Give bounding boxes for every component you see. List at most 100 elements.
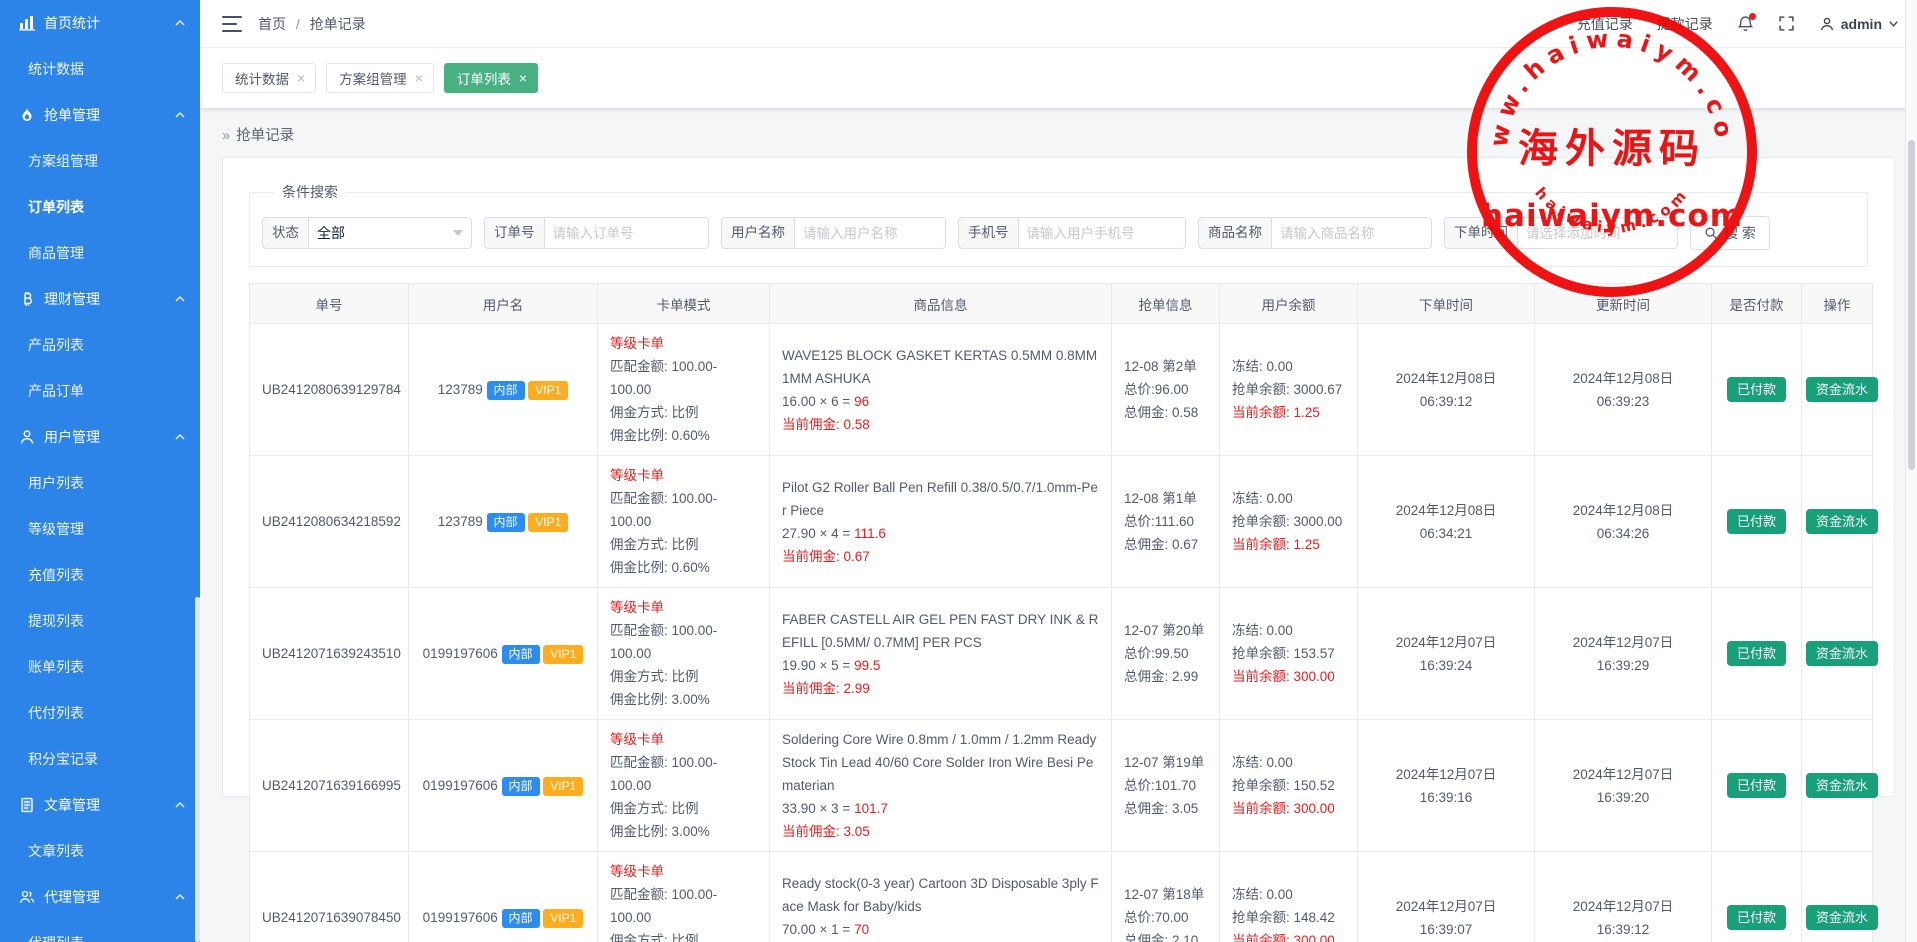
table-header-row: 单号用户名卡单模式商品信息抢单信息用户余额下单时间更新时间是否付款操作 [250, 284, 1873, 324]
user-menu[interactable]: admin [1819, 16, 1899, 32]
fund-flow-button[interactable]: 资金流水 [1806, 377, 1878, 403]
sidebar-item-3-4[interactable]: 账单列表 [0, 644, 200, 690]
sidebar-group-user[interactable]: 用户管理 [0, 414, 200, 460]
internal-badge: 内部 [502, 777, 540, 796]
mode-cell: 等级卡单匹配金额: 100.00-100.00佣金方式: 比例佣金比例: 0.6… [598, 456, 770, 588]
username-input[interactable] [794, 217, 946, 249]
table-row: UB24120716392435100199197606 内部 VIP1等级卡单… [250, 588, 1873, 720]
chevron-up-icon [174, 293, 186, 305]
sidebar-item-3-5[interactable]: 代付列表 [0, 690, 200, 736]
sidebar-item-2-0[interactable]: 产品列表 [0, 322, 200, 368]
col-header-6: 下单时间 [1358, 284, 1535, 324]
tab-1[interactable]: 方案组管理× [326, 63, 434, 93]
user-cell: 123789 内部 VIP1 [409, 456, 598, 588]
paid-status-button[interactable]: 已付款 [1727, 905, 1786, 931]
status-select[interactable]: 全部 [308, 217, 472, 249]
paid-status-button[interactable]: 已付款 [1727, 641, 1786, 667]
chevron-down-icon [453, 230, 463, 236]
grab-info-cell: 12-08 第2单总价:96.00总佣金: 0.58 [1112, 324, 1220, 456]
breadcrumb-home[interactable]: 首页 [258, 16, 286, 32]
balance-cell: 冻结: 0.00抢单余额: 3000.00当前余额: 1.25 [1220, 456, 1358, 588]
paid-status-button[interactable]: 已付款 [1727, 377, 1786, 403]
close-icon[interactable]: × [297, 71, 305, 85]
order-time: 2024年12月07日 16:39:24 [1358, 588, 1535, 720]
grab-info-cell: 12-08 第1单总价:111.60总佣金: 0.67 [1112, 456, 1220, 588]
col-header-4: 抢单信息 [1112, 284, 1220, 324]
agents-icon [18, 888, 36, 906]
close-icon[interactable]: × [415, 71, 423, 85]
vip-badge: VIP1 [543, 909, 583, 928]
sidebar-item-3-6[interactable]: 积分宝记录 [0, 736, 200, 782]
fund-flow-button[interactable]: 资金流水 [1806, 641, 1878, 667]
sidebar-item-3-1[interactable]: 等级管理 [0, 506, 200, 552]
col-header-7: 更新时间 [1535, 284, 1712, 324]
search-button[interactable]: 搜 索 [1690, 216, 1770, 250]
internal-badge: 内部 [502, 909, 540, 928]
tab-2[interactable]: 订单列表× [444, 63, 538, 93]
sidebar-item-2-1[interactable]: 产品订单 [0, 368, 200, 414]
sidebar-item-3-2[interactable]: 充值列表 [0, 552, 200, 598]
sidebar-item-1-0[interactable]: 方案组管理 [0, 138, 200, 184]
table-row: UB2412080639129784123789 内部 VIP1等级卡单匹配金额… [250, 324, 1873, 456]
order-time: 2024年12月07日 16:39:16 [1358, 720, 1535, 852]
product-name-input[interactable] [1271, 217, 1432, 249]
close-icon[interactable]: × [519, 71, 527, 85]
sidebar-group-article[interactable]: 文章管理 [0, 782, 200, 828]
paid-status-button[interactable]: 已付款 [1727, 509, 1786, 535]
sidebar-item-1-2[interactable]: 商品管理 [0, 230, 200, 276]
phone-input[interactable] [1018, 217, 1187, 249]
fund-flow-button[interactable]: 资金流水 [1806, 509, 1878, 535]
sidebar-item-5-0[interactable]: 代理列表 [0, 920, 200, 942]
username: admin [1841, 16, 1882, 32]
tab-bar: 统计数据× 方案组管理× 订单列表× [200, 48, 1917, 108]
sidebar-group-chart[interactable]: 首页统计 [0, 0, 200, 46]
sidebar-group-flame[interactable]: 抢单管理 [0, 92, 200, 138]
sidebar-item-3-0[interactable]: 用户列表 [0, 460, 200, 506]
col-header-1: 用户名 [409, 284, 598, 324]
menu-toggle-icon[interactable] [222, 16, 242, 32]
chevron-down-icon [1888, 18, 1899, 29]
vip-badge: VIP1 [543, 777, 583, 796]
order-time-input[interactable] [1517, 217, 1678, 249]
notification-dot [1749, 13, 1756, 20]
fund-flow-button[interactable]: 资金流水 [1806, 773, 1878, 799]
scrollbar-thumb[interactable] [1908, 140, 1915, 470]
user-avatar-icon [1819, 16, 1835, 32]
order-time: 2024年12月08日 06:39:12 [1358, 324, 1535, 456]
table-row: UB24120716391669950199197606 内部 VIP1等级卡单… [250, 720, 1873, 852]
col-header-2: 卡单模式 [598, 284, 770, 324]
mode-cell: 等级卡单匹配金额: 100.00-100.00佣金方式: 比例佣金比例: 0.6… [598, 324, 770, 456]
sidebar-scrollbar[interactable] [195, 597, 200, 942]
sidebar-group-finance[interactable]: 理财管理 [0, 276, 200, 322]
table-row: UB24120716390784500199197606 内部 VIP1等级卡单… [250, 852, 1873, 942]
order-no-input[interactable] [544, 217, 710, 249]
sidebar-item-3-3[interactable]: 提现列表 [0, 598, 200, 644]
sidebar: 首页统计统计数据抢单管理方案组管理订单列表商品管理理财管理产品列表产品订单用户管… [0, 0, 200, 942]
update-time: 2024年12月08日 06:34:26 [1535, 456, 1712, 588]
window-scrollbar[interactable] [1905, 0, 1917, 942]
user-icon [18, 428, 36, 446]
balance-cell: 冻结: 0.00抢单余额: 3000.67当前余额: 1.25 [1220, 324, 1358, 456]
fund-flow-button[interactable]: 资金流水 [1806, 905, 1878, 931]
tab-0[interactable]: 统计数据× [222, 63, 316, 93]
product-cell: Soldering Core Wire 0.8mm / 1.0mm / 1.2m… [770, 720, 1112, 852]
recharge-records-link[interactable]: 充值记录 [1577, 14, 1633, 34]
chevron-up-icon [174, 799, 186, 811]
update-time: 2024年12月07日 16:39:20 [1535, 720, 1712, 852]
order-time: 2024年12月07日 16:39:07 [1358, 852, 1535, 942]
sidebar-item-4-0[interactable]: 文章列表 [0, 828, 200, 874]
user-cell: 0199197606 内部 VIP1 [409, 720, 598, 852]
paid-status-button[interactable]: 已付款 [1727, 773, 1786, 799]
sidebar-menu: 首页统计统计数据抢单管理方案组管理订单列表商品管理理财管理产品列表产品订单用户管… [0, 0, 200, 942]
withdraw-records-link[interactable]: 提款记录 [1657, 14, 1713, 34]
col-header-8: 是否付款 [1712, 284, 1802, 324]
sidebar-group-agents[interactable]: 代理管理 [0, 874, 200, 920]
sidebar-item-0-0[interactable]: 统计数据 [0, 46, 200, 92]
fullscreen-icon[interactable] [1778, 15, 1795, 32]
search-legend: 条件搜索 [274, 182, 346, 202]
chevron-up-icon [174, 891, 186, 903]
order-no: UB2412071639078450 [250, 852, 409, 942]
bell-icon[interactable] [1737, 15, 1754, 33]
sidebar-item-1-1[interactable]: 订单列表 [0, 184, 200, 230]
user-cell: 0199197606 内部 VIP1 [409, 588, 598, 720]
